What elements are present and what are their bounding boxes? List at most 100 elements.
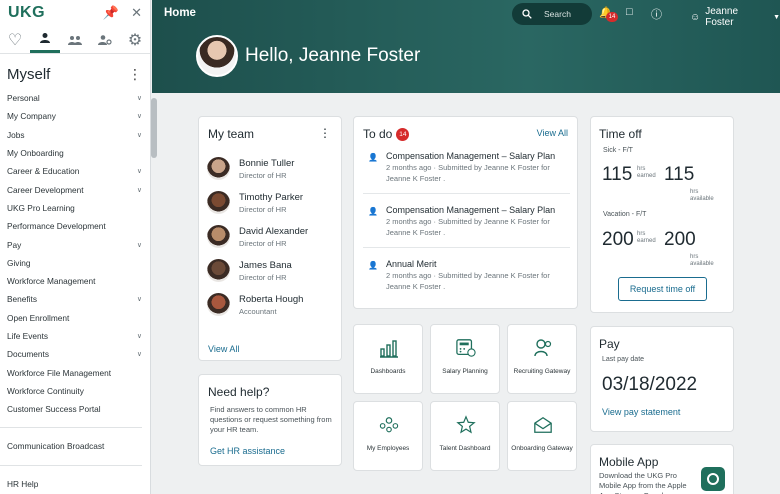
member-name: Bonnie Tuller xyxy=(239,157,295,169)
sidebar-item[interactable]: Jobs ∨ xyxy=(0,126,150,144)
sidebar-item-label: My Company xyxy=(7,111,56,122)
time-off-card: Time off Sick - F/T 115 hrs earned 115 hr… xyxy=(590,116,734,313)
logo-row: UKG 📌 ✕ xyxy=(0,0,150,26)
sidebar-item[interactable]: Documents ∨ xyxy=(0,345,150,363)
sidebar-item[interactable]: Workforce Continuity xyxy=(0,382,150,400)
tab-myself[interactable] xyxy=(30,26,60,53)
sidebar-item[interactable]: Career Development ∨ xyxy=(0,180,150,198)
sidebar-item[interactable]: Life Events ∨ xyxy=(0,327,150,345)
tile-talent-dashboard[interactable]: Talent Dashboard xyxy=(430,401,500,471)
envelope-icon xyxy=(533,415,553,435)
available-unit: hrs available xyxy=(690,254,714,267)
todo-task[interactable]: 👤 Annual Merit 2 months ago · Submitted by… xyxy=(363,259,570,292)
chat-icon[interactable]: □ xyxy=(626,6,633,18)
greeting: Hello, Jeanne Foster xyxy=(245,45,421,66)
sidebar-item[interactable]: Workforce File Management xyxy=(0,363,150,381)
tab-favorites[interactable]: ♡ xyxy=(0,26,30,53)
sidebar-item[interactable]: Giving xyxy=(0,254,150,272)
sidebar-item[interactable]: UKG Pro Learning xyxy=(0,199,150,217)
sidebar-item[interactable]: Open Enrollment xyxy=(0,309,150,327)
sidebar-item-label: Open Enrollment xyxy=(7,312,70,323)
help-icon[interactable]: ⓘ xyxy=(651,6,662,22)
sidebar-item[interactable]: Performance Development xyxy=(0,217,150,235)
tab-team[interactable] xyxy=(60,26,90,53)
kebab-menu-icon[interactable]: ⋮ xyxy=(319,126,331,140)
sidebar-scrollbar[interactable] xyxy=(151,98,157,158)
team-member[interactable]: Timothy Parker Director of HR xyxy=(207,191,303,214)
sidebar-item[interactable]: My Onboarding xyxy=(0,144,150,162)
sidebar-item[interactable]: Benefits ∨ xyxy=(0,290,150,308)
person-settings-icon xyxy=(98,34,112,45)
request-time-off-button[interactable]: Request time off xyxy=(618,277,707,301)
sidebar-item-label: My Onboarding xyxy=(7,148,64,159)
todo-view-all-link[interactable]: View All xyxy=(537,128,568,138)
tile-salary-planning[interactable]: Salary Planning xyxy=(430,324,500,394)
sidebar-tabs: ♡ ⚙ xyxy=(0,26,150,54)
tile-onboarding-gateway[interactable]: Onboarding Gateway xyxy=(507,401,577,471)
sidebar-item[interactable]: Pay ∨ xyxy=(0,235,150,253)
pin-icon[interactable]: 📌 xyxy=(103,5,119,21)
todo-card: To do 14 View All 👤 Compensation Manageme… xyxy=(353,116,578,309)
task-title: Annual Merit xyxy=(386,259,437,269)
person-icon: 👤 xyxy=(368,207,378,216)
task-title: Compensation Management – Salary Plan xyxy=(386,151,556,161)
team-member[interactable]: Bonnie Tuller Director of HR xyxy=(207,157,294,180)
sidebar-item[interactable]: Customer Success Portal xyxy=(0,400,150,418)
sidebar-item-label: Jobs xyxy=(7,129,25,140)
sidebar-item[interactable]: Career & Education ∨ xyxy=(0,162,150,180)
team-member[interactable]: David Alexander Director of HR xyxy=(207,225,308,248)
kebab-menu-icon[interactable]: ⋮ xyxy=(128,66,142,83)
need-help-card: Need help? Find answers to common HR que… xyxy=(198,374,342,466)
card-title: Time off xyxy=(599,127,642,141)
nav-list-secondary: Communication Broadcast xyxy=(0,437,150,455)
member-role: Director of HR xyxy=(239,170,287,180)
member-avatar xyxy=(207,157,230,180)
tile-dashboards[interactable]: Dashboards xyxy=(353,324,423,394)
calculator-icon xyxy=(456,338,476,358)
ukg-app-icon[interactable] xyxy=(701,467,725,491)
chevron-down-icon: ∨ xyxy=(136,186,142,194)
team-view-all-link[interactable]: View All xyxy=(208,344,239,354)
tile-recruiting-gateway[interactable]: Recruiting Gateway xyxy=(507,324,577,394)
tab-settings[interactable]: ⚙ xyxy=(120,26,150,53)
team-member[interactable]: Roberta Hough Accountant xyxy=(207,293,303,316)
page-title: Home xyxy=(164,7,196,19)
hr-assistance-link[interactable]: Get HR assistance xyxy=(210,446,285,456)
sidebar-item[interactable]: Workforce Management xyxy=(0,272,150,290)
chevron-down-icon: ∨ xyxy=(136,131,142,139)
sidebar-item-label: HR Help xyxy=(7,478,39,489)
notification-badge: 14 xyxy=(606,12,618,22)
chevron-down-icon: ∨ xyxy=(136,241,142,249)
todo-task[interactable]: 👤 Compensation Management – Salary Plan 2 … xyxy=(363,151,570,184)
view-pay-statement-link[interactable]: View pay statement xyxy=(602,407,680,417)
todo-task[interactable]: 👤 Compensation Management – Salary Plan 2 … xyxy=(363,205,570,238)
vacation-available-value: 200 xyxy=(664,229,696,250)
sidebar-item[interactable]: Communication Broadcast xyxy=(0,437,150,455)
user-menu[interactable]: ☺ Jeanne Foster ▼ xyxy=(690,6,780,28)
task-meta: 2 months ago · Submitted by Jeanne K Fos… xyxy=(386,271,550,291)
team-member[interactable]: James Bana Director of HR xyxy=(207,259,292,282)
task-meta: 2 months ago · Submitted by Jeanne K Fos… xyxy=(386,217,550,237)
sidebar-item[interactable]: HR Help xyxy=(0,475,150,493)
nav-list: Personal ∨ My Company ∨ Jobs ∨ My Onboarding Ca… xyxy=(0,89,150,418)
sidebar-item-label: Performance Development xyxy=(7,221,106,232)
sidebar-item[interactable]: My Company ∨ xyxy=(0,107,150,125)
close-icon[interactable]: ✕ xyxy=(131,5,142,21)
sidebar-item[interactable]: Personal ∨ xyxy=(0,89,150,107)
search-button[interactable]: Search xyxy=(512,3,592,25)
nav-divider xyxy=(0,464,142,466)
card-title: To do 14 xyxy=(363,127,410,141)
tile-my-employees[interactable]: My Employees xyxy=(353,401,423,471)
sidebar-item-label: Career & Education xyxy=(7,166,80,177)
ukg-logo: UKG xyxy=(8,4,46,21)
sidebar-item-label: Customer Success Portal xyxy=(7,404,101,415)
member-avatar xyxy=(207,293,230,316)
gear-icon: ⚙ xyxy=(127,31,143,49)
sick-available-value: 115 xyxy=(664,164,695,185)
tile-label: Salary Planning xyxy=(442,368,488,375)
member-role: Director of HR xyxy=(239,238,287,248)
tab-manage[interactable] xyxy=(90,26,120,53)
member-name: James Bana xyxy=(239,259,292,271)
sidebar-item-label: Personal xyxy=(7,93,40,104)
user-avatar xyxy=(196,35,238,77)
